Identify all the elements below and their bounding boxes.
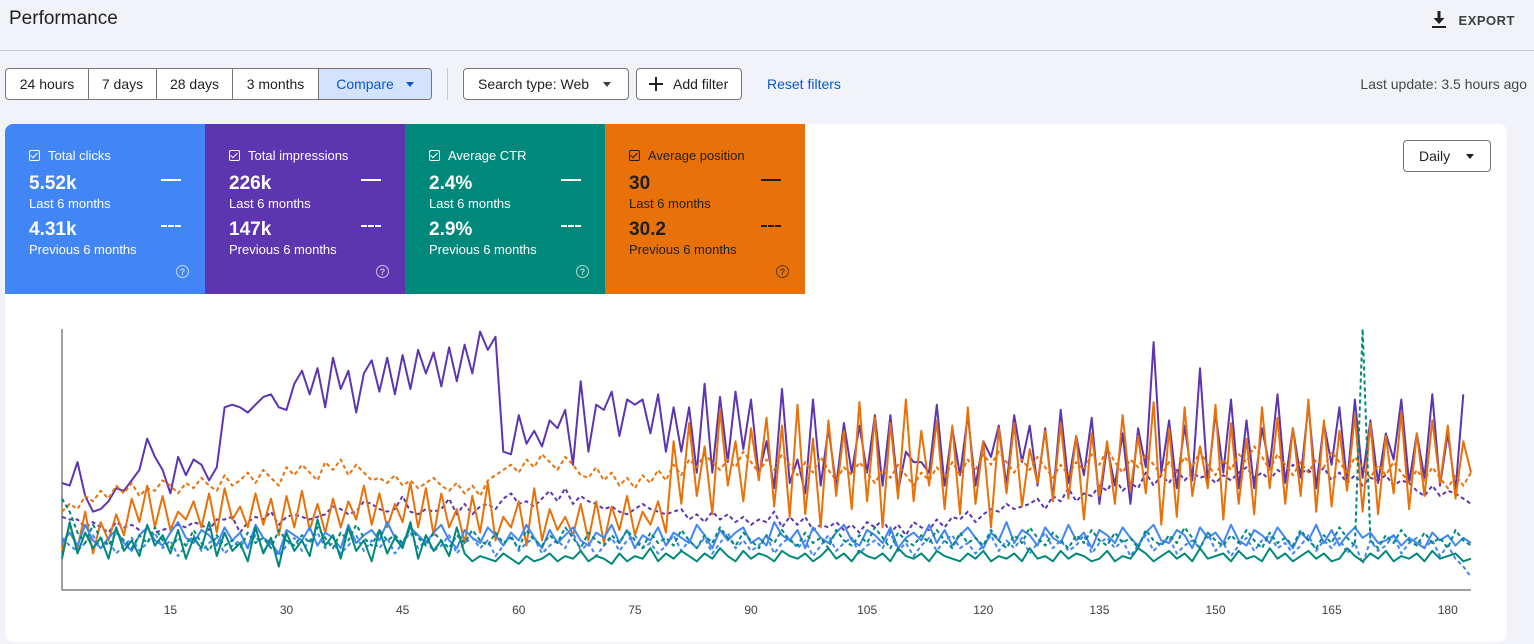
range-24-hours[interactable]: 24 hours — [6, 69, 89, 99]
add-filter-button[interactable]: Add filter — [636, 68, 742, 100]
x-tick-label: 150 — [1206, 603, 1226, 617]
search-type-dropdown[interactable]: Search type: Web — [463, 68, 629, 100]
x-tick-label: 90 — [744, 603, 758, 617]
series-line-average-position-previous — [61, 445, 1472, 513]
export-label: EXPORT — [1458, 12, 1515, 28]
x-tick-label: 165 — [1322, 603, 1342, 617]
x-tick-label: 30 — [280, 603, 294, 617]
header: Performance EXPORT — [0, 0, 1534, 51]
x-tick-label: 75 — [628, 603, 642, 617]
export-button[interactable]: EXPORT — [1431, 9, 1515, 31]
add-filter-label: Add filter — [673, 76, 729, 92]
series-line-average-position — [61, 398, 1472, 555]
date-range-selector: 24 hours 7 days 28 days 3 months Compare — [5, 68, 432, 100]
reset-filters-link[interactable]: Reset filters — [767, 76, 841, 92]
series-line-total-impressions — [61, 330, 1465, 513]
performance-chart: 15 30 45 60 75 90 105 120 135 150 165 180 — [61, 328, 1472, 617]
last-update-text: Last update: 3.5 hours ago — [1360, 76, 1527, 92]
search-type-label: Search type: Web — [478, 76, 590, 92]
series-line-total-clicks-previous — [61, 531, 1472, 578]
caret-down-icon — [405, 81, 414, 87]
range-3-months[interactable]: 3 months — [233, 69, 319, 99]
range-compare-label: Compare — [336, 76, 394, 92]
range-28-days[interactable]: 28 days — [157, 69, 233, 99]
x-tick-label: 15 — [164, 603, 178, 617]
x-tick-label: 45 — [396, 603, 410, 617]
x-tick-label: 120 — [973, 603, 993, 617]
x-tick-label: 105 — [857, 603, 877, 617]
page-title: Performance — [9, 8, 118, 29]
x-tick-label: 60 — [512, 603, 526, 617]
toolbar-divider — [447, 68, 448, 100]
series-line-total-impressions-previous — [61, 463, 1472, 537]
x-tick-label: 180 — [1438, 603, 1458, 617]
plus-icon — [649, 77, 663, 91]
download-icon — [1431, 11, 1446, 28]
range-compare[interactable]: Compare — [319, 69, 431, 99]
toolbar: 24 hours 7 days 28 days 3 months Compare… — [5, 68, 1527, 100]
caret-down-icon — [603, 81, 612, 87]
range-7-days[interactable]: 7 days — [89, 69, 157, 99]
x-tick-label: 135 — [1089, 603, 1109, 617]
performance-panel: Total clicks 5.52k Last 6 months 4.31k Previ… — [5, 124, 1507, 642]
